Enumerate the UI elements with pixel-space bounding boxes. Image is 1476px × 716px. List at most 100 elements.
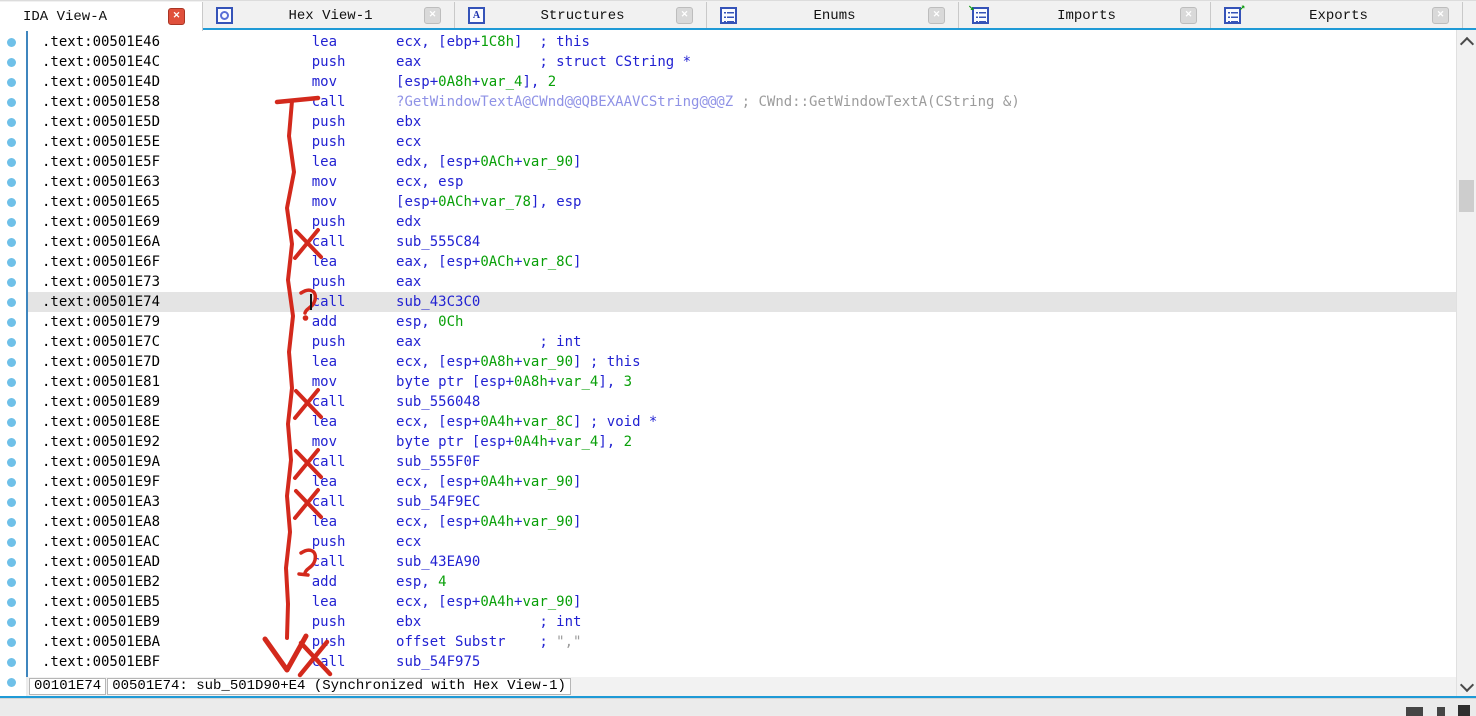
listing-row[interactable]: .text:00501EBF call sub_54F975: [28, 652, 1456, 672]
listing-row[interactable]: .text:00501E89 call sub_556048: [28, 392, 1456, 412]
listing-row[interactable]: .text:00501E65 mov [esp+0ACh+var_78], es…: [28, 192, 1456, 212]
tab-label: IDA View-A: [0, 9, 168, 25]
listing-row[interactable]: .text:00501EAC push ecx: [28, 532, 1456, 552]
navband-dot: [7, 138, 16, 147]
listing-row[interactable]: .text:00501E69 push edx: [28, 212, 1456, 232]
scrollbar-thumb[interactable]: [1459, 180, 1474, 212]
listing-row[interactable]: .text:00501E5F lea edx, [esp+0ACh+var_90…: [28, 152, 1456, 172]
navband-dot: [7, 78, 16, 87]
navband-dot: [7, 398, 16, 407]
navband-dot: [7, 538, 16, 547]
listing-row[interactable]: .text:00501EB5 lea ecx, [esp+0A4h+var_90…: [28, 592, 1456, 612]
listing-row[interactable]: .text:00501EA3 call sub_54F9EC: [28, 492, 1456, 512]
listing-row[interactable]: .text:00501EBA push offset Substr ; ",": [28, 632, 1456, 652]
navband-dot: [7, 518, 16, 527]
taskbar-strip: [0, 698, 1476, 715]
tab-label: Exports: [1245, 8, 1432, 24]
tab-label: Structures: [489, 8, 676, 24]
navband-dot: [7, 578, 16, 587]
listing-row[interactable]: .text:00501E58 call ?GetWindowTextA@CWnd…: [28, 92, 1456, 112]
listing-row[interactable]: .text:00501EAD call sub_43EA90: [28, 552, 1456, 572]
tab-label: Hex View-1: [237, 8, 424, 24]
bottom-accent-line: [0, 696, 1476, 698]
listing-row[interactable]: .text:00501E92 mov byte ptr [esp+0A4h+va…: [28, 432, 1456, 452]
navband-dot: [7, 218, 16, 227]
listing-row[interactable]: .text:00501E63 mov ecx, esp: [28, 172, 1456, 192]
tab-close-icon[interactable]: ✕: [1432, 7, 1449, 24]
listing-row[interactable]: .text:00501EA8 lea ecx, [esp+0A4h+var_90…: [28, 512, 1456, 532]
vertical-scrollbar[interactable]: [1456, 30, 1476, 697]
tab-hex-view-1[interactable]: Hex View-1✕: [203, 2, 455, 29]
tab-imports[interactable]: ↘Imports✕: [959, 2, 1211, 29]
listing-row[interactable]: .text:00501E79 add esp, 0Ch: [28, 312, 1456, 332]
navband-dot: [7, 158, 16, 167]
navband-dot: [7, 118, 16, 127]
status-bar: 00101E74 00501E74: sub_501D90+E4 (Synchr…: [28, 677, 1456, 696]
navband-dot: [7, 418, 16, 427]
navband-dot: [7, 258, 16, 267]
tab-bar: IDA View-A✕Hex View-1✕AStructures✕Enums✕…: [0, 0, 1476, 30]
navigation-band: [0, 30, 26, 697]
navband-dot: [7, 358, 16, 367]
navband-dot: [7, 58, 16, 67]
navband-dot: [7, 98, 16, 107]
listing-row[interactable]: .text:00501E5D push ebx: [28, 112, 1456, 132]
navband-dot: [7, 238, 16, 247]
exports-view-icon: ↗: [1224, 7, 1241, 24]
navband-dot: [7, 178, 16, 187]
scroll-down-icon[interactable]: [1460, 678, 1474, 692]
navband-dot: [7, 378, 16, 387]
listing-row[interactable]: .text:00501E7C push eax ; int: [28, 332, 1456, 352]
tab-ida-view-a[interactable]: IDA View-A✕: [0, 2, 203, 31]
navband-dot: [7, 198, 16, 207]
listing-row[interactable]: .text:00501E9F lea ecx, [esp+0A4h+var_90…: [28, 472, 1456, 492]
navband-dot: [7, 498, 16, 507]
tab-close-icon[interactable]: ✕: [676, 7, 693, 24]
tab-enums[interactable]: Enums✕: [707, 2, 959, 29]
tab-label: Enums: [741, 8, 928, 24]
navband-dot: [7, 338, 16, 347]
navband-dot: [7, 278, 16, 287]
navband-dot: [7, 438, 16, 447]
navband-dot: [7, 318, 16, 327]
hex-view-icon: [216, 7, 233, 24]
listing-row[interactable]: .text:00501E8E lea ecx, [esp+0A4h+var_8C…: [28, 412, 1456, 432]
tab-structures[interactable]: AStructures✕: [455, 2, 707, 29]
listing-row[interactable]: .text:00501E73 push eax: [28, 272, 1456, 292]
navband-dot: [7, 478, 16, 487]
structures-view-icon: A: [468, 7, 485, 24]
enums-view-icon: [720, 7, 737, 24]
navband-dot: [7, 458, 16, 467]
listing-row[interactable]: .text:00501E9A call sub_555F0F: [28, 452, 1456, 472]
listing-row[interactable]: .text:00501EB9 push ebx ; int: [28, 612, 1456, 632]
listing-row[interactable]: .text:00501E6F lea eax, [esp+0ACh+var_8C…: [28, 252, 1456, 272]
navband-dot: [7, 558, 16, 567]
listing-row[interactable]: .text:00501E46 lea ecx, [ebp+1C8h] ; thi…: [28, 32, 1456, 52]
navband-dot: [7, 38, 16, 47]
navband-dot: [7, 638, 16, 647]
imports-view-icon: ↘: [972, 7, 989, 24]
taskbar-icon[interactable]: [1458, 705, 1470, 716]
listing-row[interactable]: .text:00501EB2 add esp, 4: [28, 572, 1456, 592]
status-address-cell: 00101E74: [29, 678, 106, 695]
listing-row[interactable]: .text:00501E6A call sub_555C84: [28, 232, 1456, 252]
listing-row[interactable]: .text:00501E4C push eax ; struct CString…: [28, 52, 1456, 72]
listing-row[interactable]: .text:00501E5E push ecx: [28, 132, 1456, 152]
tab-close-icon[interactable]: ✕: [1180, 7, 1197, 24]
tabbar-accent-line: [0, 28, 1476, 30]
listing-row[interactable]: .text:00501E4D mov [esp+0A8h+var_4], 2: [28, 72, 1456, 92]
listing-row[interactable]: .text:00501E74 call sub_43C3C0: [28, 292, 1456, 312]
tab-close-icon[interactable]: ✕: [928, 7, 945, 24]
tab-exports[interactable]: ↗Exports✕: [1211, 2, 1463, 29]
listing-row[interactable]: .text:00501E7D lea ecx, [esp+0A8h+var_90…: [28, 352, 1456, 372]
tab-close-icon[interactable]: ✕: [424, 7, 441, 24]
status-location-cell: 00501E74: sub_501D90+E4 (Synchronized wi…: [107, 678, 571, 695]
navband-dot: [7, 658, 16, 667]
disassembly-listing: .text:00501E46 lea ecx, [ebp+1C8h] ; thi…: [28, 32, 1456, 672]
scroll-up-icon[interactable]: [1460, 37, 1474, 51]
tab-close-icon[interactable]: ✕: [168, 8, 185, 25]
navband-dot: [7, 298, 16, 307]
listing-row[interactable]: .text:00501E81 mov byte ptr [esp+0A8h+va…: [28, 372, 1456, 392]
navband-dot: [7, 598, 16, 607]
navband-dot: [7, 678, 16, 687]
